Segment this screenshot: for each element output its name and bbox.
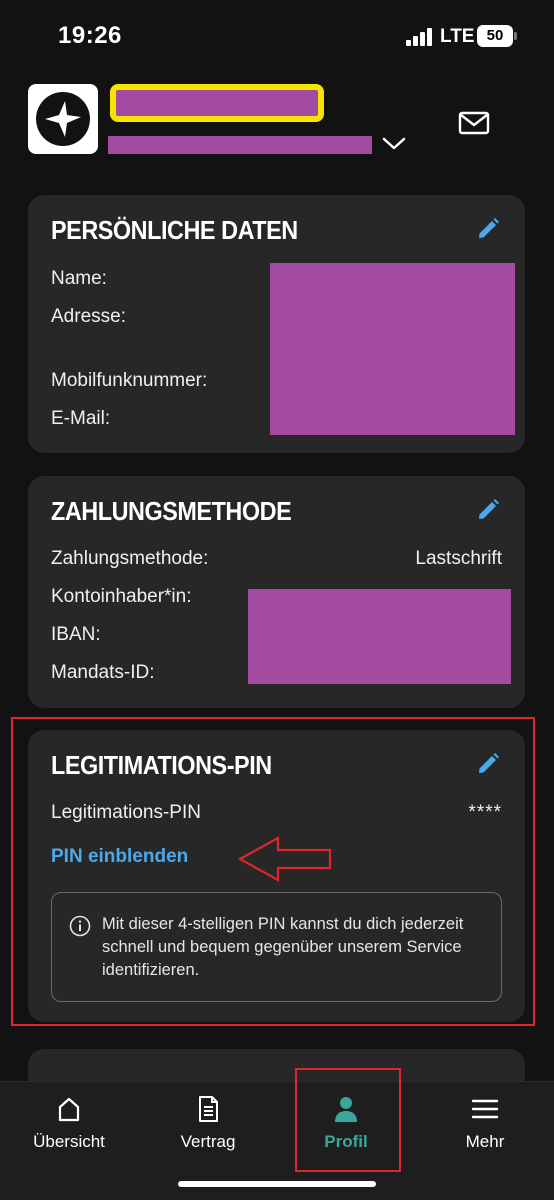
card-title: ZAHLUNGSMETHODE <box>51 496 292 526</box>
email-label: E-Mail: <box>51 408 111 429</box>
payment-method-label: Zahlungsmethode: <box>51 548 209 569</box>
account-holder-label: Kontoinhaber*in: <box>51 586 192 607</box>
nav-item-contract[interactable]: Vertrag <box>153 1082 263 1172</box>
status-time: 19:26 <box>58 22 122 49</box>
battery-icon: 50 <box>477 25 513 47</box>
payment-method-card: ZAHLUNGSMETHODE Zahlungsmethode: Lastsch… <box>28 476 525 708</box>
payment-data-redaction <box>248 589 511 684</box>
annotation-arrow <box>237 836 334 882</box>
menu-icon <box>470 1094 500 1124</box>
payment-method-value: Lastschrift <box>415 548 502 569</box>
name-label: Name: <box>51 268 107 289</box>
home-icon <box>54 1094 84 1124</box>
edit-pencil-icon[interactable] <box>476 217 500 241</box>
annotation-highlight-tab <box>295 1068 401 1172</box>
nav-item-more[interactable]: Mehr <box>430 1082 540 1172</box>
battery-tip <box>514 32 517 40</box>
edit-pencil-icon[interactable] <box>476 498 500 522</box>
home-indicator <box>178 1181 376 1187</box>
network-type: LTE <box>440 26 475 47</box>
card-title: PERSÖNLICHE DATEN <box>51 215 298 245</box>
mandate-id-label: Mandats-ID: <box>51 662 155 683</box>
chevron-down-icon[interactable] <box>380 134 408 154</box>
nav-label: Vertrag <box>180 1132 236 1151</box>
personal-data-card: PERSÖNLICHE DATEN Name: Adresse: Mobilfu… <box>28 195 525 453</box>
nav-item-overview[interactable]: Übersicht <box>14 1082 124 1172</box>
account-number-redaction <box>108 136 372 154</box>
nav-label: Übersicht <box>33 1132 105 1151</box>
nav-label: Mehr <box>465 1132 505 1151</box>
app-logo <box>28 84 98 154</box>
mobile-label: Mobilfunknummer: <box>51 370 208 391</box>
personal-data-redaction <box>270 263 515 435</box>
signal-icon <box>406 28 434 46</box>
account-name-redaction <box>110 84 324 122</box>
status-bar: 19:26 LTE 50 <box>0 0 554 72</box>
iban-label: IBAN: <box>51 624 101 645</box>
document-icon <box>193 1094 223 1124</box>
mail-icon[interactable] <box>456 108 492 138</box>
address-label: Adresse: <box>51 306 126 327</box>
